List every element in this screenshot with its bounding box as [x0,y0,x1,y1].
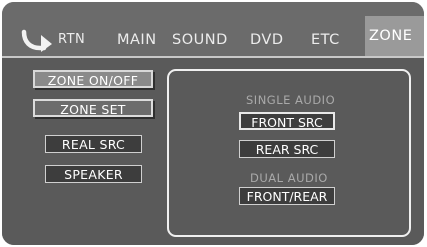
screen: RTN MAIN SOUND DVD ETC ZONE ZONE ON/OFF … [0,0,427,247]
tab-sound[interactable]: SOUND [172,26,228,54]
dual-audio-label: DUAL AUDIO [250,171,328,185]
tab-zone[interactable]: ZONE [365,16,424,56]
rear-src-button[interactable]: REAR SRC [239,140,335,158]
front-rear-button[interactable]: FRONT/REAR [239,187,335,205]
zone-set-button[interactable]: ZONE SET [33,99,153,117]
tab-etc[interactable]: ETC [311,26,340,54]
speaker-button[interactable]: SPEAKER [45,165,142,183]
return-arrow-icon [21,29,52,52]
single-audio-label: SINGLE AUDIO [246,93,336,107]
tab-main[interactable]: MAIN [117,26,157,54]
zone-onoff-button[interactable]: ZONE ON/OFF [33,70,153,88]
return-button[interactable]: RTN [20,26,85,52]
real-src-button[interactable]: REAL SRC [45,135,142,153]
front-src-button[interactable]: FRONT SRC [239,112,335,130]
top-nav-bar: RTN MAIN SOUND DVD ETC ZONE [2,2,424,62]
return-label: RTN [58,31,86,47]
zone-settings-body: ZONE ON/OFF ZONE SET REAL SRC SPEAKER SI… [2,56,424,245]
tab-dvd[interactable]: DVD [250,26,284,54]
zone-set-panel: SINGLE AUDIO FRONT SRC REAR SRC DUAL AUD… [167,69,411,237]
app-frame: RTN MAIN SOUND DVD ETC ZONE ZONE ON/OFF … [2,2,424,245]
